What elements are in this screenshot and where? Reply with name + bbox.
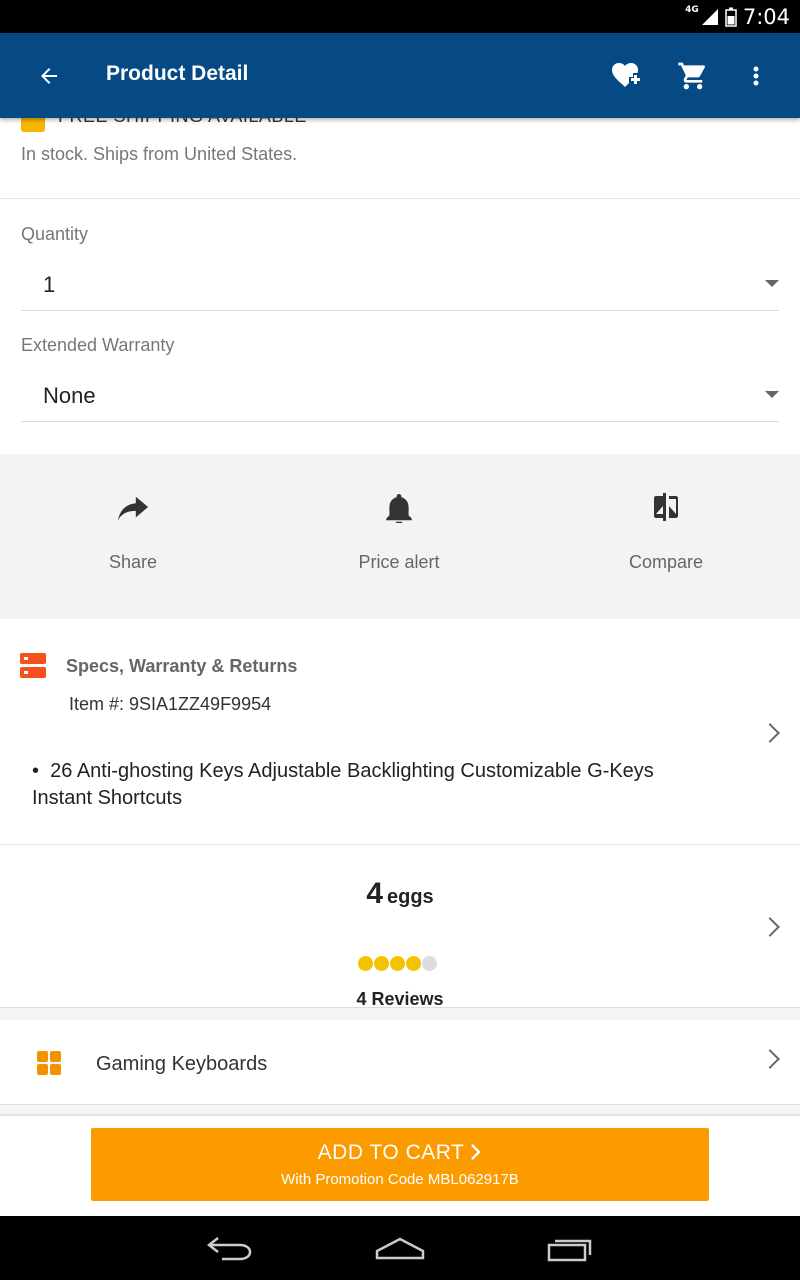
item-number: Item #: 9SIA1ZZ49F9954 (69, 694, 272, 714)
clock: 7:04 (742, 4, 790, 29)
shipping-badge-icon (21, 118, 45, 132)
add-to-cart-label: ADD TO CART (91, 1141, 709, 1165)
cart-button[interactable] (674, 57, 712, 95)
dropdown-caret-icon (765, 391, 779, 398)
compare-label: Compare (628, 552, 704, 572)
compare-button[interactable]: Compare (533, 454, 799, 619)
specs-section[interactable]: Specs, Warranty & Returns Item #: 9SIA1Z… (0, 619, 800, 845)
back-button[interactable] (30, 57, 68, 95)
price-alert-button[interactable]: Price alert (266, 454, 532, 619)
shipping-info: FREE SHIPPING AVAILABLE In stock. Ships … (0, 118, 800, 199)
section-divider (0, 1105, 800, 1116)
action-row: Share Price alert Compare (0, 454, 800, 619)
arrow-left-icon (41, 68, 57, 84)
grid-icon (37, 1051, 61, 1075)
review-count: 4 Reviews (356, 989, 444, 1009)
egg-icon (358, 956, 373, 971)
share-icon (117, 492, 149, 524)
recents-icon (547, 1239, 592, 1262)
warranty-select[interactable]: None (21, 373, 779, 422)
chevron-right-icon (760, 723, 780, 743)
heart-plus-icon (612, 63, 640, 87)
warranty-value: None (43, 383, 96, 408)
signal-icon (701, 8, 718, 25)
cart-bar: ADD TO CART With Promotion Code MBL06291… (0, 1116, 800, 1216)
nav-back-button[interactable] (200, 1230, 260, 1266)
feature-bullet-text: 26 Anti-ghosting Keys Adjustable Backlig… (32, 760, 654, 809)
shipping-title: FREE SHIPPING AVAILABLE (58, 118, 307, 127)
status-bar: 4G 7:04 (0, 0, 800, 33)
rating-unit: eggs (387, 886, 434, 908)
chevron-right-icon (760, 917, 780, 937)
nav-home-button[interactable] (370, 1230, 430, 1266)
egg-icon (390, 956, 405, 971)
battery-icon (725, 7, 737, 27)
specs-icon (20, 653, 46, 678)
overflow-menu-button[interactable] (737, 57, 775, 95)
egg-icon (406, 956, 421, 971)
dropdown-caret-icon (765, 280, 779, 287)
price-alert-label: Price alert (358, 552, 440, 572)
feature-bullet: • 26 Anti-ghosting Keys Adjustable Backl… (32, 760, 654, 809)
promo-code: With Promotion Code MBL062917B (281, 1171, 519, 1188)
warranty-label: Extended Warranty (21, 335, 175, 355)
share-button[interactable]: Share (0, 454, 266, 619)
section-divider (0, 1008, 800, 1020)
reviews-section[interactable]: 4 eggs 4 Reviews (0, 845, 800, 1009)
product-detail-content[interactable]: FREE SHIPPING AVAILABLE In stock. Ships … (0, 118, 800, 1116)
network-type: 4G (685, 4, 699, 15)
quantity-select[interactable]: 1 (21, 262, 779, 311)
quantity-label: Quantity (21, 224, 89, 244)
egg-icon (374, 956, 389, 971)
app-bar: Product Detail (0, 33, 800, 118)
rating-value: 4 (366, 877, 383, 910)
system-nav-bar (0, 1216, 800, 1280)
rating-score: 4 eggs (0, 877, 800, 911)
stock-status: In stock. Ships from United States. (21, 144, 298, 164)
nav-recents-button[interactable] (540, 1230, 600, 1266)
home-icon (375, 1237, 425, 1260)
compare-icon (650, 492, 682, 524)
chevron-right-icon (760, 1049, 780, 1069)
back-icon (206, 1237, 252, 1261)
bell-icon (383, 492, 415, 524)
chevron-right-icon (471, 1144, 482, 1160)
wishlist-button[interactable] (608, 57, 646, 95)
page-title: Product Detail (106, 62, 249, 85)
specs-heading: Specs, Warranty & Returns (66, 656, 298, 676)
category-row[interactable]: Gaming Keyboards (0, 1020, 800, 1105)
egg-rating (358, 956, 437, 971)
category-label: Gaming Keyboards (96, 1053, 268, 1075)
egg-icon (422, 956, 437, 971)
add-to-cart-button[interactable]: ADD TO CART With Promotion Code MBL06291… (91, 1128, 709, 1201)
shopping-cart-icon (678, 62, 706, 90)
more-vert-icon (753, 66, 759, 86)
quantity-value: 1 (43, 272, 56, 297)
share-label: Share (108, 552, 158, 572)
